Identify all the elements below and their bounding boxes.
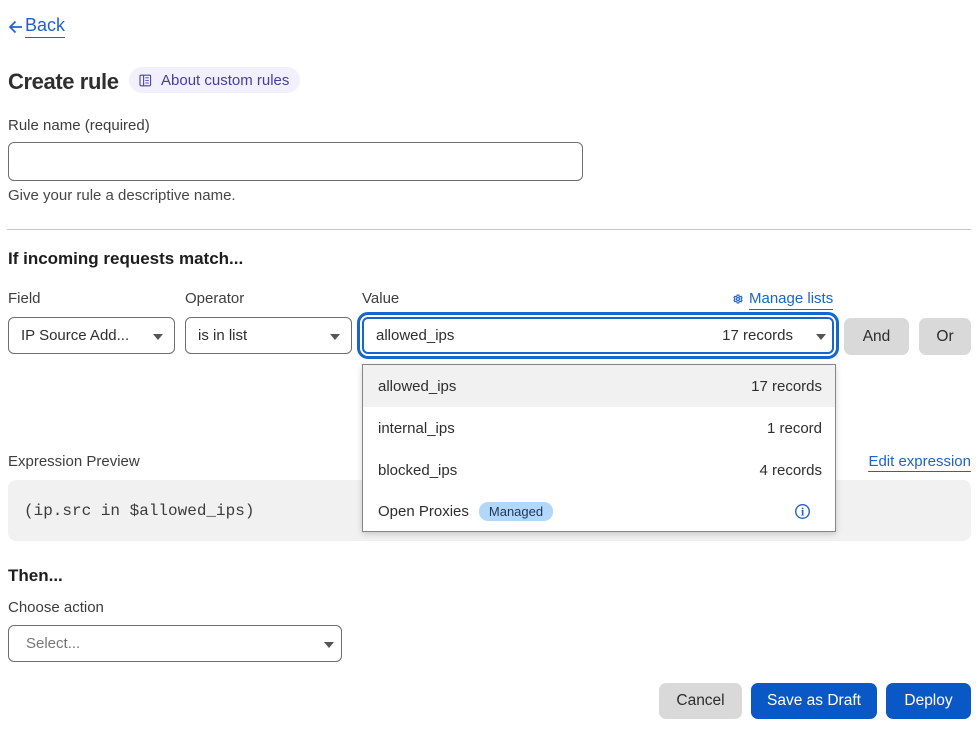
svg-text:i: i bbox=[801, 506, 805, 518]
